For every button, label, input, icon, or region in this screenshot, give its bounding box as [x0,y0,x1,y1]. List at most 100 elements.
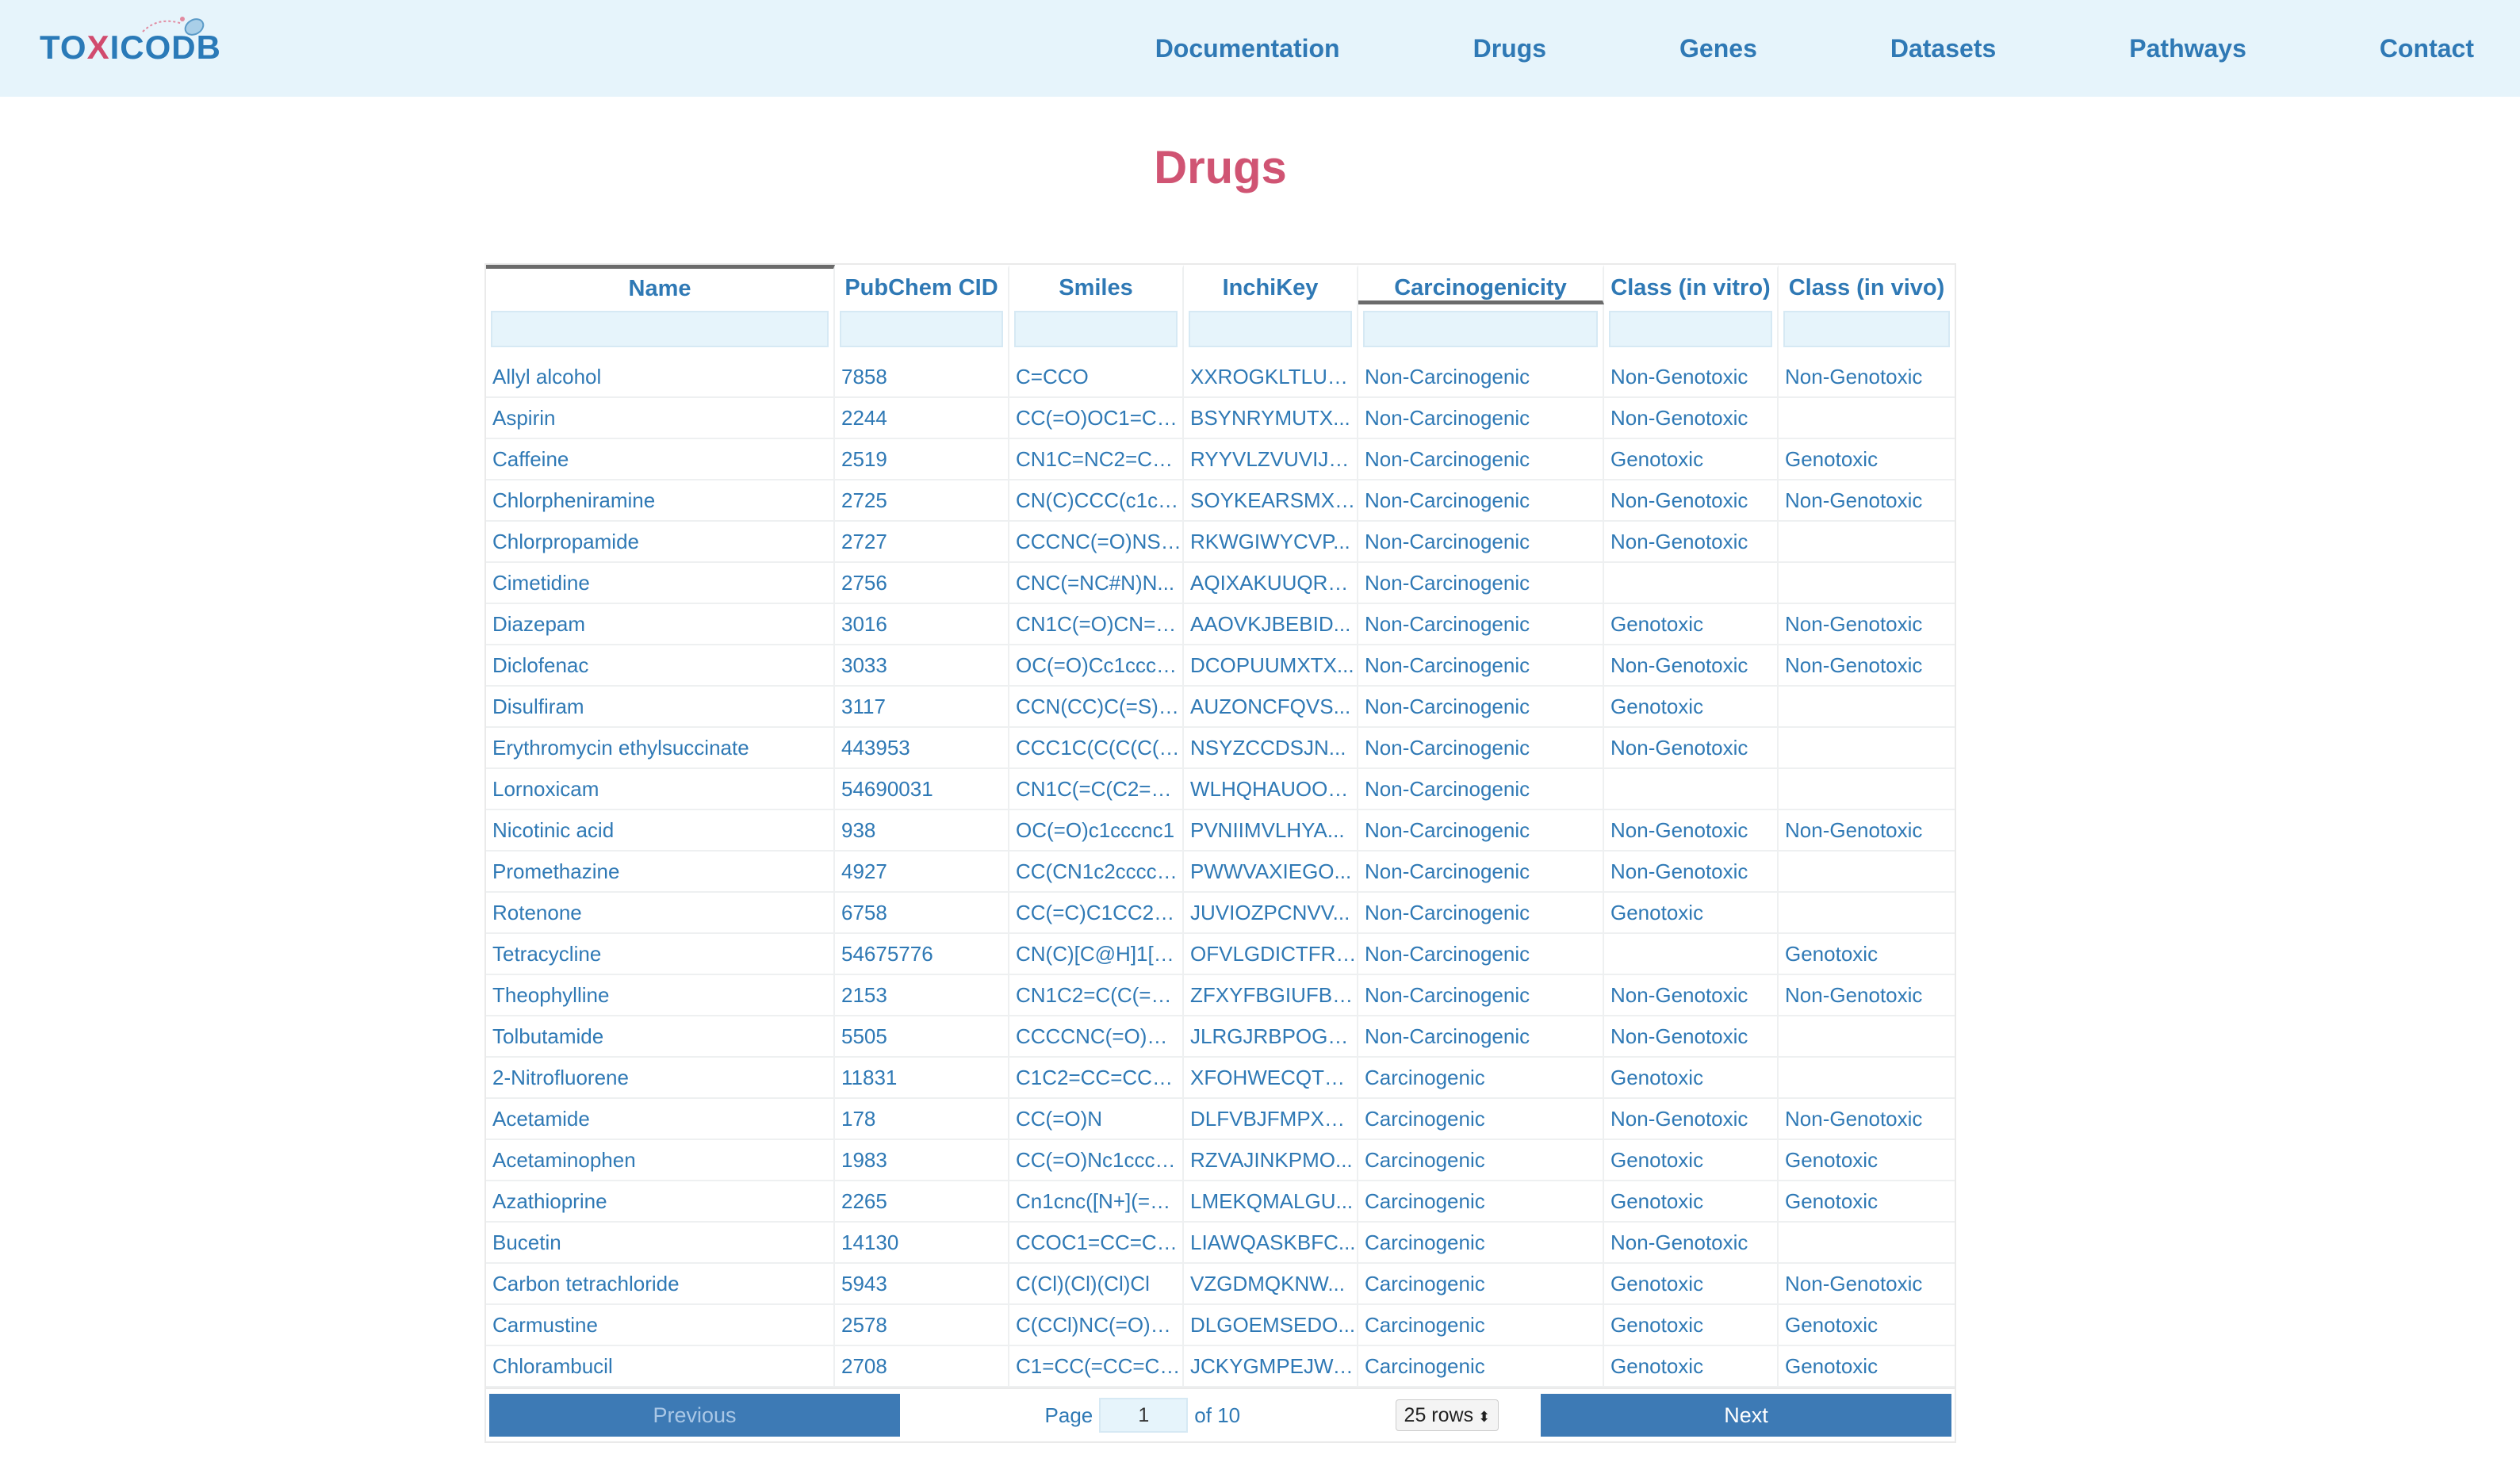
cell-class-in-vitro: Genotoxic [1604,1305,1779,1345]
cell-name[interactable]: 2-Nitrofluorene [486,1058,835,1097]
column-header-smiles[interactable]: Smiles [1009,265,1184,304]
cell-name[interactable]: Diclofenac [486,645,835,685]
page-number-input[interactable] [1099,1398,1189,1433]
cell-inchikey: AUZONCFQVS... [1184,687,1358,726]
cell-name[interactable]: Diazepam [486,604,835,644]
column-header-class-in-vivo[interactable]: Class (in vivo) [1779,265,1955,304]
cell-name[interactable]: Acetaminophen [486,1140,835,1180]
filter-inchikey-input[interactable] [1189,311,1352,347]
table-row: Tetracycline 54675776 CN(C)[C@H]1[C... OFVL… [486,934,1955,975]
cell-smiles: CCN(CC)C(=S)S... [1009,687,1184,726]
cell-name[interactable]: Cimetidine [486,563,835,603]
cell-class-in-vivo: Genotoxic [1785,942,1879,966]
cell-smiles: CC(=O)Nc1ccc(O... [1009,1140,1184,1180]
table-row: Acetamide 178 CC(=O)N DLFVBJFMPXG... Carcino… [486,1099,1955,1140]
cell-name[interactable]: Rotenone [486,893,835,932]
cell-name[interactable]: Chlorambucil [486,1346,835,1386]
cell-inchikey: LIAWQASKBFC... [1184,1223,1358,1262]
cell-inchikey: SOYKEARSMXG... [1184,480,1358,520]
cell-name[interactable]: Acetamide [486,1099,835,1139]
column-header-carcinogenicity[interactable]: Carcinogenicity [1358,265,1604,304]
cell-pubchem-cid: 2519 [835,439,1009,479]
column-header-pubchem-cid[interactable]: PubChem CID [835,265,1009,304]
cell-smiles: CC(=O)N [1009,1099,1184,1139]
cell-class-in-vitro: Non-Genotoxic [1604,1016,1779,1056]
filter-class-in-vitro-input[interactable] [1609,311,1772,347]
cell-carcinogenicity: Carcinogenic [1358,1264,1604,1303]
cell-smiles: CN1C=NC2=C1C... [1009,439,1184,479]
cell-name[interactable]: Carbon tetrachloride [486,1264,835,1303]
cell-name[interactable]: Aspirin [486,398,835,438]
cell-carcinogenicity: Non-Carcinogenic [1358,480,1604,520]
table-row: 2-Nitrofluorene 11831 C1C2=CC=CC=C... XFOHW… [486,1058,1955,1099]
cell-carcinogenicity: Non-Carcinogenic [1358,769,1604,809]
cell-name[interactable]: Promethazine [486,852,835,891]
table-row: Chlorpheniramine 2725 CN(C)CCC(c1cc... SOYK… [486,480,1955,522]
nav-genes[interactable]: Genes [1679,34,1757,63]
cell-name[interactable]: Bucetin [486,1223,835,1262]
cell-inchikey: DLFVBJFMPXG... [1184,1099,1358,1139]
table-row: Diazepam 3016 CN1C(=O)CN=C(... AAOVKJBEBID.… [486,604,1955,645]
cell-class-in-vitro [1604,563,1779,603]
cell-inchikey: BSYNRYMUTX... [1184,398,1358,438]
cell-carcinogenicity: Non-Carcinogenic [1358,893,1604,932]
cell-smiles: C1C2=CC=CC=C... [1009,1058,1184,1097]
cell-class-in-vitro: Non-Genotoxic [1604,480,1779,520]
table-row: Acetaminophen 1983 CC(=O)Nc1ccc(O... RZVAJI… [486,1140,1955,1181]
nav-drugs[interactable]: Drugs [1473,34,1546,63]
cell-name[interactable]: Tolbutamide [486,1016,835,1056]
cell-smiles: CN1C(=O)CN=C(... [1009,604,1184,644]
cell-smiles: CN(C)[C@H]1[C... [1009,934,1184,974]
cell-carcinogenicity: Carcinogenic [1358,1140,1604,1180]
cell-name[interactable]: Erythromycin ethylsuccinate [486,728,835,767]
cell-smiles: CCCCNC(=O)NS... [1009,1016,1184,1056]
cell-name[interactable]: Lornoxicam [486,769,835,809]
table-row: Bucetin 14130 CCOC1=CC=C(C... LIAWQASKBFC..… [486,1223,1955,1264]
cell-inchikey: AQIXAKUUQRK... [1184,563,1358,603]
column-header-name[interactable]: Name [486,265,835,304]
nav-documentation[interactable]: Documentation [1155,34,1340,63]
cell-class-in-vitro [1604,934,1779,974]
cell-class-in-vitro: Non-Genotoxic [1604,728,1779,767]
cell-name[interactable]: Tetracycline [486,934,835,974]
cell-smiles: CCC1C(C(C(C(=O... [1009,728,1184,767]
cell-name[interactable]: Disulfiram [486,687,835,726]
previous-button[interactable]: Previous [489,1394,900,1437]
cell-pubchem-cid: 2725 [835,480,1009,520]
filter-class-in-vivo-input[interactable] [1783,311,1950,347]
next-button[interactable]: Next [1541,1394,1951,1437]
filter-name-input[interactable] [491,311,829,347]
rows-per-page-select[interactable]: 25 rows ⬍ [1395,1399,1499,1431]
table-row: Rotenone6758CC(=C)C1CC2=C(...JUVIOZPCNVV… [486,893,1955,934]
cell-class-in-vitro [1604,769,1779,809]
table-row: Disulfiram 3117 CCN(CC)C(=S)S... AUZONCFQVS… [486,687,1955,728]
column-header-inchikey[interactable]: InchiKey [1184,265,1358,304]
nav-datasets[interactable]: Datasets [1890,34,1996,63]
cell-class-in-vivo: Non-Genotoxic [1785,983,1923,1007]
cell-class-in-vitro: Non-Genotoxic [1604,852,1779,891]
cell-inchikey: JUVIOZPCNVV... [1184,893,1358,932]
cell-name[interactable]: Allyl alcohol [486,357,835,396]
cell-name[interactable]: Theophylline [486,975,835,1015]
nav-contact[interactable]: Contact [2380,34,2474,63]
filter-pubchem-cid-input[interactable] [840,311,1003,347]
cell-pubchem-cid: 2708 [835,1346,1009,1386]
cell-class-in-vivo: Non-Genotoxic [1785,365,1923,388]
filter-carcinogenicity-input[interactable] [1363,311,1598,347]
cell-name[interactable]: Chlorpropamide [486,522,835,561]
cell-name[interactable]: Azathioprine [486,1181,835,1221]
cell-class-in-vivo [1779,728,1955,767]
cell-name[interactable]: Nicotinic acid [486,810,835,850]
toxicodb-logo[interactable]: TOXICODB [40,17,230,75]
cell-name[interactable]: Carmustine [486,1305,835,1345]
cell-class-in-vitro: Non-Genotoxic [1604,645,1779,685]
cell-smiles: CN1C2=C(C(=O)... [1009,975,1184,1015]
cell-class-in-vivo [1779,1058,1955,1097]
cell-inchikey: PVNIIMVLHYA... [1184,810,1358,850]
filter-smiles-input[interactable] [1014,311,1178,347]
cell-smiles: C(CCl)NC(=O)N(... [1009,1305,1184,1345]
nav-pathways[interactable]: Pathways [2129,34,2246,63]
column-header-class-in-vitro[interactable]: Class (in vitro) [1604,265,1779,304]
cell-name[interactable]: Caffeine [486,439,835,479]
cell-name[interactable]: Chlorpheniramine [486,480,835,520]
